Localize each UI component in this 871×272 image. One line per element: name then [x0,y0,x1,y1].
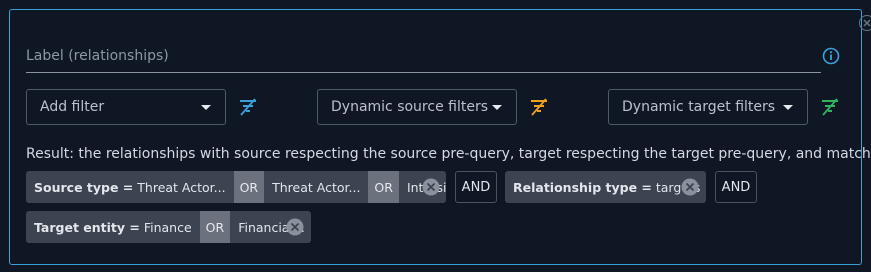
or-separator: OR [368,171,399,203]
chip-key: Target entity = [34,219,140,235]
filter-chip-target-entity: Target entity = Finance OR Financial... [26,211,311,243]
filter-chip-source-type: Source type = Threat Actor... OR Threat … [26,171,446,203]
chevron-down-icon [492,105,502,110]
label-relationships-placeholder: Label (relationships) [26,48,169,64]
chip-value: Threat Actor... [137,179,226,195]
chevron-down-icon [783,105,793,110]
dynamic-source-filters-label: Dynamic source filters [331,99,488,115]
info-icon[interactable] [822,47,840,69]
clear-target-filter-icon[interactable] [820,97,840,121]
chip-segment: Target entity = Finance [26,211,200,243]
add-filter-label: Add filter [40,99,105,115]
or-separator: OR [233,171,265,203]
remove-relationship-type-icon[interactable] [681,178,699,200]
or-separator: OR [199,211,231,243]
dynamic-target-filters-select[interactable]: Dynamic target filters [608,89,808,125]
add-filter-select[interactable]: Add filter [26,89,226,125]
chip-key: Relationship type = [513,179,652,195]
result-description: Result: the relationships with source re… [26,146,871,162]
clear-source-filter-icon[interactable] [529,97,549,121]
and-separator: AND [455,171,497,203]
remove-target-entity-icon[interactable] [286,218,304,240]
chip-value: Finance [143,219,192,235]
chip-value: Threat Actor... [272,179,361,195]
filter-chip-relationship-type: Relationship type = targets [505,171,706,203]
and-separator: AND [715,171,757,203]
chip-segment: Relationship type = targets [505,171,706,203]
chevron-down-icon [201,105,211,110]
dynamic-source-filters-select[interactable]: Dynamic source filters [317,89,517,125]
remove-source-type-icon[interactable] [422,178,440,200]
chip-segment: Source type = Threat Actor... [26,171,234,203]
clear-filter-icon[interactable] [238,97,258,121]
close-icon[interactable] [859,15,871,31]
chip-key: Source type = [34,179,134,195]
label-relationships-field[interactable]: Label (relationships) [26,40,821,73]
dynamic-target-filters-label: Dynamic target filters [622,99,776,115]
